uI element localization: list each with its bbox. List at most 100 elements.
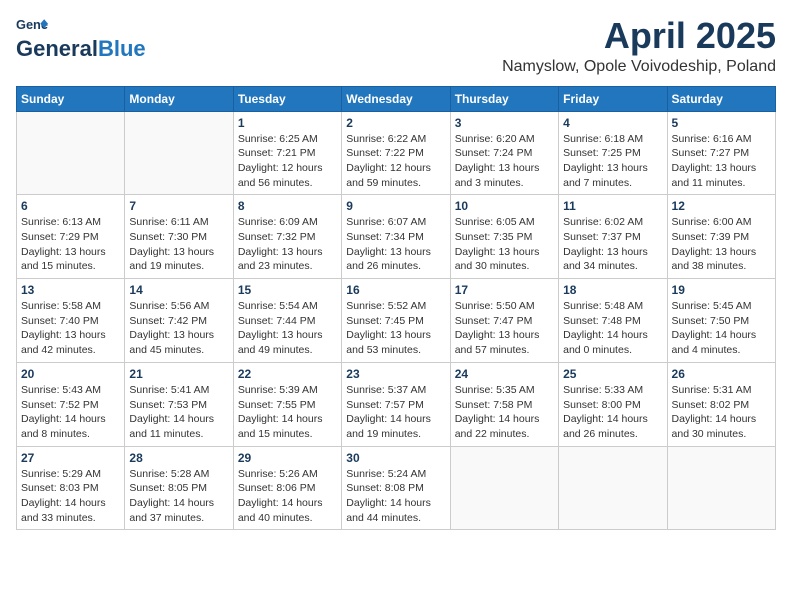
day-detail: Sunrise: 5:48 AM Sunset: 7:48 PM Dayligh… — [563, 299, 662, 358]
day-number: 25 — [563, 367, 662, 381]
day-number: 27 — [21, 451, 120, 465]
day-number: 12 — [672, 199, 771, 213]
calendar-cell: 19 Sunrise: 5:45 AM Sunset: 7:50 PM Dayli… — [667, 279, 775, 363]
day-detail: Sunrise: 6:16 AM Sunset: 7:27 PM Dayligh… — [672, 132, 771, 191]
day-number: 15 — [238, 283, 337, 297]
day-number: 26 — [672, 367, 771, 381]
day-detail: Sunrise: 5:24 AM Sunset: 8:08 PM Dayligh… — [346, 467, 445, 526]
day-detail: Sunrise: 6:13 AM Sunset: 7:29 PM Dayligh… — [21, 215, 120, 274]
day-number: 17 — [455, 283, 554, 297]
calendar-cell: 6 Sunrise: 6:13 AM Sunset: 7:29 PM Daylig… — [17, 195, 125, 279]
calendar-cell: 30Sunrise: 5:24 AM Sunset: 8:08 PM Dayli… — [342, 446, 450, 530]
day-number: 24 — [455, 367, 554, 381]
day-detail: Sunrise: 5:37 AM Sunset: 7:57 PM Dayligh… — [346, 383, 445, 442]
calendar-week-1: 1 Sunrise: 6:25 AM Sunset: 7:21 PM Daylig… — [17, 111, 776, 195]
weekday-saturday: Saturday — [667, 86, 775, 111]
calendar-table: SundayMondayTuesdayWednesdayThursdayFrid… — [16, 86, 776, 531]
day-number: 14 — [129, 283, 228, 297]
day-detail: Sunrise: 5:26 AM Sunset: 8:06 PM Dayligh… — [238, 467, 337, 526]
calendar-cell: 23 Sunrise: 5:37 AM Sunset: 7:57 PM Dayli… — [342, 362, 450, 446]
day-detail: Sunrise: 6:00 AM Sunset: 7:39 PM Dayligh… — [672, 215, 771, 274]
day-number: 8 — [238, 199, 337, 213]
day-number: 7 — [129, 199, 228, 213]
weekday-friday: Friday — [559, 86, 667, 111]
calendar-cell: 1 Sunrise: 6:25 AM Sunset: 7:21 PM Daylig… — [233, 111, 341, 195]
weekday-monday: Monday — [125, 86, 233, 111]
day-detail: Sunrise: 5:41 AM Sunset: 7:53 PM Dayligh… — [129, 383, 228, 442]
day-detail: Sunrise: 5:54 AM Sunset: 7:44 PM Dayligh… — [238, 299, 337, 358]
calendar-cell: 17 Sunrise: 5:50 AM Sunset: 7:47 PM Dayli… — [450, 279, 558, 363]
month-title: April 2025 — [502, 16, 776, 56]
calendar-cell: 21 Sunrise: 5:41 AM Sunset: 7:53 PM Dayli… — [125, 362, 233, 446]
day-number: 16 — [346, 283, 445, 297]
day-detail: Sunrise: 5:35 AM Sunset: 7:58 PM Dayligh… — [455, 383, 554, 442]
calendar-cell: 16 Sunrise: 5:52 AM Sunset: 7:45 PM Dayli… — [342, 279, 450, 363]
title-block: April 2025 Namyslow, Opole Voivodeship, … — [502, 16, 776, 76]
calendar-cell: 25 Sunrise: 5:33 AM Sunset: 8:00 PM Dayli… — [559, 362, 667, 446]
logo: General General Blue — [16, 16, 146, 62]
day-number: 4 — [563, 116, 662, 130]
weekday-header-row: SundayMondayTuesdayWednesdayThursdayFrid… — [17, 86, 776, 111]
day-detail: Sunrise: 5:52 AM Sunset: 7:45 PM Dayligh… — [346, 299, 445, 358]
logo-icon: General — [16, 16, 48, 34]
day-number: 21 — [129, 367, 228, 381]
day-number: 29 — [238, 451, 337, 465]
day-detail: Sunrise: 5:50 AM Sunset: 7:47 PM Dayligh… — [455, 299, 554, 358]
calendar-week-5: 27 Sunrise: 5:29 AM Sunset: 8:03 PM Dayli… — [17, 446, 776, 530]
day-number: 11 — [563, 199, 662, 213]
weekday-tuesday: Tuesday — [233, 86, 341, 111]
calendar-cell — [125, 111, 233, 195]
day-detail: Sunrise: 6:18 AM Sunset: 7:25 PM Dayligh… — [563, 132, 662, 191]
calendar-cell: 28 Sunrise: 5:28 AM Sunset: 8:05 PM Dayli… — [125, 446, 233, 530]
day-detail: Sunrise: 5:29 AM Sunset: 8:03 PM Dayligh… — [21, 467, 120, 526]
calendar-cell: 27 Sunrise: 5:29 AM Sunset: 8:03 PM Dayli… — [17, 446, 125, 530]
calendar-cell: 14Sunrise: 5:56 AM Sunset: 7:42 PM Dayli… — [125, 279, 233, 363]
day-number: 23 — [346, 367, 445, 381]
calendar-cell: 7Sunrise: 6:11 AM Sunset: 7:30 PM Daylig… — [125, 195, 233, 279]
weekday-wednesday: Wednesday — [342, 86, 450, 111]
day-detail: Sunrise: 6:22 AM Sunset: 7:22 PM Dayligh… — [346, 132, 445, 191]
day-number: 13 — [21, 283, 120, 297]
day-number: 10 — [455, 199, 554, 213]
day-detail: Sunrise: 5:28 AM Sunset: 8:05 PM Dayligh… — [129, 467, 228, 526]
day-detail: Sunrise: 6:25 AM Sunset: 7:21 PM Dayligh… — [238, 132, 337, 191]
calendar-cell: 10 Sunrise: 6:05 AM Sunset: 7:35 PM Dayli… — [450, 195, 558, 279]
calendar-cell: 26 Sunrise: 5:31 AM Sunset: 8:02 PM Dayli… — [667, 362, 775, 446]
calendar-cell — [559, 446, 667, 530]
day-detail: Sunrise: 5:45 AM Sunset: 7:50 PM Dayligh… — [672, 299, 771, 358]
day-detail: Sunrise: 5:33 AM Sunset: 8:00 PM Dayligh… — [563, 383, 662, 442]
day-number: 20 — [21, 367, 120, 381]
logo-general: General — [16, 36, 98, 62]
day-detail: Sunrise: 6:07 AM Sunset: 7:34 PM Dayligh… — [346, 215, 445, 274]
calendar-cell: 3Sunrise: 6:20 AM Sunset: 7:24 PM Daylig… — [450, 111, 558, 195]
weekday-sunday: Sunday — [17, 86, 125, 111]
day-detail: Sunrise: 6:09 AM Sunset: 7:32 PM Dayligh… — [238, 215, 337, 274]
weekday-thursday: Thursday — [450, 86, 558, 111]
calendar-cell — [667, 446, 775, 530]
day-number: 9 — [346, 199, 445, 213]
day-number: 2 — [346, 116, 445, 130]
day-detail: Sunrise: 5:31 AM Sunset: 8:02 PM Dayligh… — [672, 383, 771, 442]
calendar-cell — [450, 446, 558, 530]
calendar-week-2: 6 Sunrise: 6:13 AM Sunset: 7:29 PM Daylig… — [17, 195, 776, 279]
day-number: 22 — [238, 367, 337, 381]
calendar-cell: 13Sunrise: 5:58 AM Sunset: 7:40 PM Dayli… — [17, 279, 125, 363]
day-detail: Sunrise: 6:05 AM Sunset: 7:35 PM Dayligh… — [455, 215, 554, 274]
calendar-cell: 24 Sunrise: 5:35 AM Sunset: 7:58 PM Dayli… — [450, 362, 558, 446]
day-number: 5 — [672, 116, 771, 130]
day-number: 1 — [238, 116, 337, 130]
calendar-cell: 9 Sunrise: 6:07 AM Sunset: 7:34 PM Daylig… — [342, 195, 450, 279]
calendar-cell: 8 Sunrise: 6:09 AM Sunset: 7:32 PM Daylig… — [233, 195, 341, 279]
day-number: 18 — [563, 283, 662, 297]
calendar-cell: 22Sunrise: 5:39 AM Sunset: 7:55 PM Dayli… — [233, 362, 341, 446]
calendar-cell: 18 Sunrise: 5:48 AM Sunset: 7:48 PM Dayli… — [559, 279, 667, 363]
calendar-cell: 5 Sunrise: 6:16 AM Sunset: 7:27 PM Daylig… — [667, 111, 775, 195]
day-number: 19 — [672, 283, 771, 297]
page-header: General General Blue April 2025 Namyslow… — [16, 16, 776, 76]
calendar-week-4: 20 Sunrise: 5:43 AM Sunset: 7:52 PM Dayli… — [17, 362, 776, 446]
logo-blue: Blue — [98, 36, 146, 62]
day-detail: Sunrise: 5:43 AM Sunset: 7:52 PM Dayligh… — [21, 383, 120, 442]
day-number: 28 — [129, 451, 228, 465]
day-detail: Sunrise: 6:20 AM Sunset: 7:24 PM Dayligh… — [455, 132, 554, 191]
day-number: 6 — [21, 199, 120, 213]
